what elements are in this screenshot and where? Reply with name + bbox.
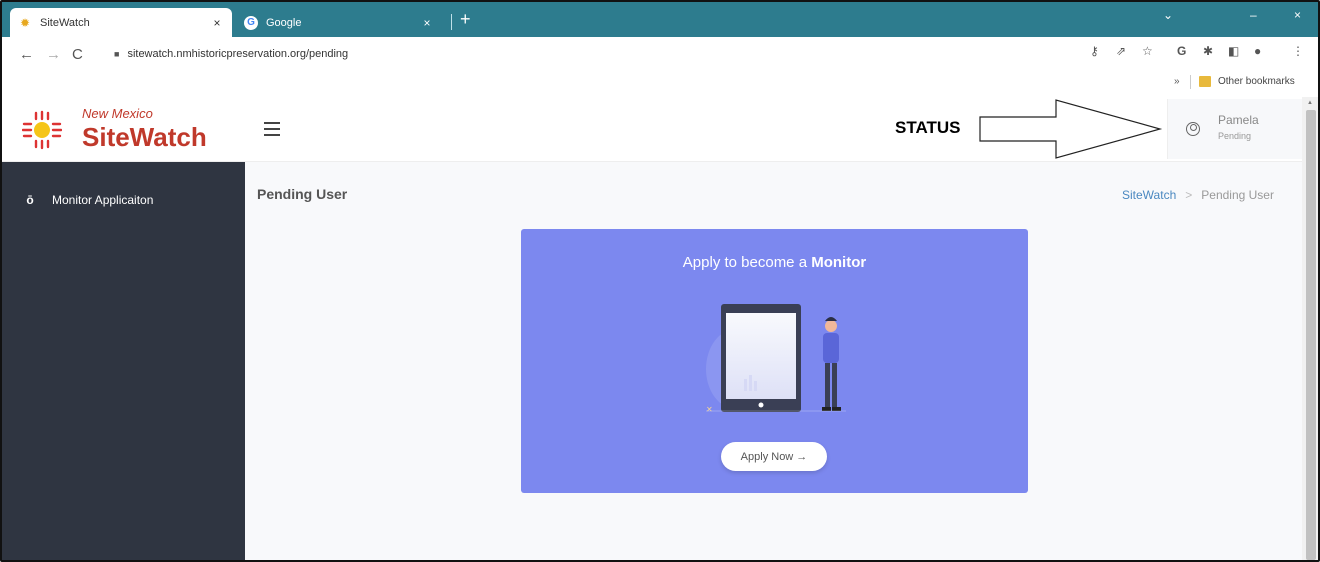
bookmarks-overflow-button[interactable]: » <box>1174 76 1180 87</box>
breadcrumb-root-link[interactable]: SiteWatch <box>1122 188 1176 202</box>
star-icon[interactable]: ☆ <box>1142 44 1153 58</box>
sidebar <box>2 162 245 560</box>
tab-title: SiteWatch <box>40 16 90 29</box>
tab-google[interactable]: G Google × <box>234 8 444 37</box>
hamburger-menu-icon[interactable] <box>264 122 280 136</box>
menu-kebab-icon[interactable]: ⋮ <box>1292 44 1304 58</box>
user-circle-icon <box>1186 122 1200 136</box>
bookmarks-bar <box>2 71 1318 95</box>
google-favicon-icon: G <box>244 15 258 30</box>
puzzle-icon[interactable]: ✱ <box>1203 44 1213 58</box>
url-text: sitewatch.nmhistoricpreservation.org/pen… <box>127 48 349 60</box>
other-bookmarks-link[interactable]: Other bookmarks <box>1218 76 1295 87</box>
breadcrumb-separator: > <box>1185 188 1193 202</box>
sidebar-item-monitor-application[interactable]: ō Monitor Applicaiton <box>24 193 153 207</box>
tab-search-chevron-icon[interactable]: ⌄ <box>1163 8 1173 22</box>
scroll-up-icon[interactable]: ▲ <box>1307 100 1313 106</box>
page-title: Pending User <box>257 186 348 202</box>
sidebar-item-label: Monitor Applicaiton <box>52 193 154 207</box>
svg-text:✕: ✕ <box>706 405 713 414</box>
browser-window: ✹ SiteWatch × G Google × + ⌄ – × ← → C ■… <box>0 0 1320 562</box>
back-arrow-icon[interactable]: ← <box>19 47 34 62</box>
profile-avatar-icon[interactable]: ● <box>1254 44 1261 58</box>
forward-arrow-icon[interactable]: → <box>46 47 61 62</box>
key-icon[interactable]: ⚷ <box>1090 44 1099 58</box>
tab-divider <box>451 14 452 30</box>
tab-title: Google <box>266 16 302 29</box>
lock-icon: ■ <box>114 49 120 59</box>
zia-sun-icon <box>22 110 62 150</box>
sitewatch-logo[interactable]: New Mexico SiteWatch <box>14 100 242 160</box>
hourglass-icon: ō <box>26 193 34 207</box>
new-tab-button[interactable]: + <box>460 10 471 28</box>
tab-sitewatch[interactable]: ✹ SiteWatch × <box>10 8 232 37</box>
card-title: Apply to become a Monitor <box>521 254 1028 271</box>
minimize-button[interactable]: – <box>1250 8 1257 22</box>
apply-monitor-card: Apply to become a Monitor ✕ Apply Now → <box>521 229 1028 493</box>
folder-icon <box>1199 76 1211 87</box>
status-arrow-icon <box>979 99 1163 159</box>
apply-now-button[interactable]: Apply Now → <box>721 442 827 471</box>
tab-close-icon[interactable]: × <box>420 16 434 30</box>
side-panel-icon[interactable]: ◧ <box>1228 44 1239 58</box>
user-profile-menu[interactable]: Pamela Pending <box>1167 99 1307 159</box>
logo-subtitle: New Mexico <box>82 106 153 121</box>
tablet-person-illustration: ✕ <box>706 304 846 414</box>
share-icon[interactable]: ⇗ <box>1116 44 1126 58</box>
reload-icon[interactable]: C <box>72 47 83 62</box>
extension-g-icon[interactable]: G <box>1177 44 1186 58</box>
tab-close-icon[interactable]: × <box>210 16 224 30</box>
close-window-button[interactable]: × <box>1294 8 1301 22</box>
bookmarks-divider <box>1190 75 1191 89</box>
status-annotation-label: STATUS <box>895 118 961 137</box>
address-bar[interactable]: ■ sitewatch.nmhistoricpreservation.org/p… <box>114 43 1064 65</box>
breadcrumb: SiteWatch > Pending User <box>1122 188 1274 202</box>
user-status: Pending <box>1218 131 1252 141</box>
breadcrumb-current: Pending User <box>1201 188 1274 202</box>
user-name: Pamela <box>1218 113 1259 127</box>
card-title-bold: Monitor <box>811 254 867 271</box>
page-scrollbar[interactable]: ▲ <box>1302 97 1318 560</box>
card-title-prefix: Apply to become a <box>682 254 812 271</box>
scroll-thumb[interactable] <box>1306 110 1316 560</box>
sun-favicon-icon: ✹ <box>19 15 31 30</box>
logo-title: SiteWatch <box>82 122 207 152</box>
